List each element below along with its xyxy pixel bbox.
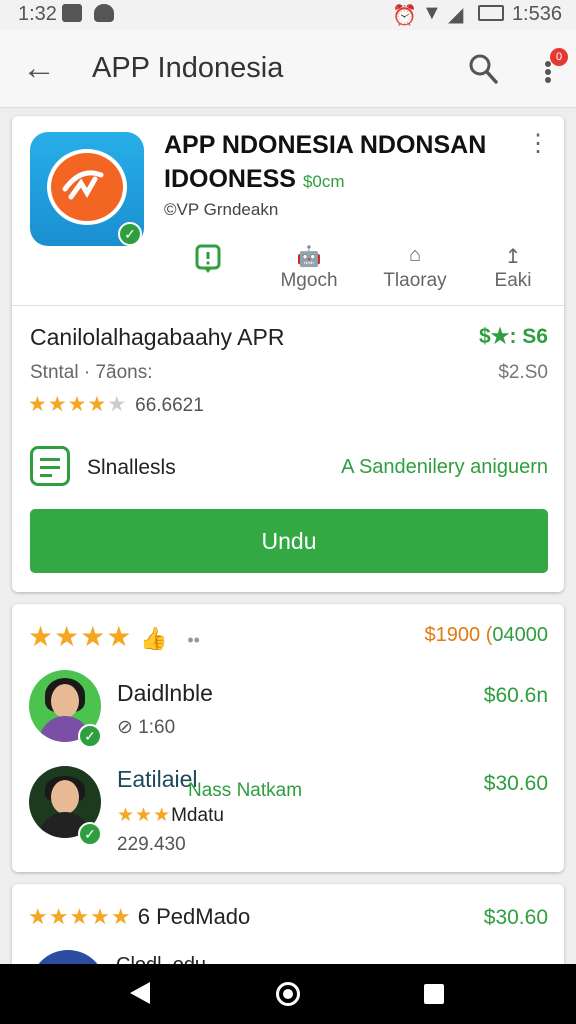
- app-logo-mark: [62, 170, 104, 200]
- reviews-rating: ★★★★ 👍 ••: [28, 620, 200, 653]
- app-logo-disc: [47, 149, 127, 225]
- feature-label: Slnallesls: [87, 456, 176, 479]
- action-tlaoray[interactable]: ⌂ Tlaoray: [370, 244, 460, 292]
- alarm-icon: ⏰: [392, 5, 417, 27]
- app-title-line2-text: IDOONESS: [164, 165, 296, 193]
- clipboard-icon: [30, 446, 70, 486]
- reviews-price-alt: 04000: [492, 624, 548, 646]
- status-bar: 1:32 ⏰ ▼ ◢ 1:536: [0, 0, 576, 30]
- bookmark-icon: [195, 244, 221, 273]
- verified-check-icon: ✓: [78, 822, 102, 846]
- reviews-stars: ★★★★: [28, 621, 133, 652]
- reviewer-time-text: 1:60: [138, 717, 176, 738]
- verified-check-icon: ✓: [118, 222, 142, 246]
- product-subtitle-right: $2.S0: [498, 362, 548, 383]
- reviews-card: ★★★★ 👍 •• $1900 (04000 ✓ Daidlnble ⊘ 1:6…: [12, 604, 564, 872]
- reviewer-overlay-text: Nass Natkam: [188, 780, 303, 801]
- wifi-icon: ▼: [422, 2, 442, 24]
- robot-icon: 🤖: [296, 246, 322, 268]
- search-icon[interactable]: [468, 52, 498, 86]
- share-icon: ↥: [504, 246, 522, 268]
- product-rating: ★★★★★ 66.6621: [28, 392, 204, 417]
- app-bar: ← APP Indonesia: [0, 30, 576, 108]
- app-icon: ✓: [30, 132, 144, 246]
- action-mgoch-label: Mgoch: [280, 270, 338, 291]
- rating-count: 66.6621: [135, 395, 204, 416]
- review-rating-row: ★★★★★ 6 PedMado: [28, 904, 250, 930]
- page-title: APP Indonesia: [92, 52, 284, 84]
- rating-stars: ★★★★★: [28, 393, 128, 416]
- action-mgoch[interactable]: 🤖 Mgoch: [274, 244, 344, 292]
- notification-badge: 0: [550, 48, 568, 66]
- dots-icon: ••: [187, 630, 200, 650]
- reviewer-price: $30.60: [483, 772, 548, 795]
- avatar-face: [51, 684, 79, 718]
- app-notification-icon: [94, 4, 114, 22]
- verified-check-icon: ✓: [78, 724, 102, 748]
- product-price: $★: S6: [478, 325, 548, 348]
- review-rating-label: 6 PedMado: [137, 904, 251, 929]
- app-detail-card: ✓ APP NDONESIA NDONSAN IDOONESS $0cm ©VP…: [12, 116, 564, 592]
- more-reviews-card: ★★★★★ 6 PedMado $30.60 Clodl..odu: [12, 884, 564, 990]
- app-title-tag: $0cm: [302, 172, 345, 191]
- reviewer-stars-icons: ★★★: [117, 805, 172, 826]
- wishlist-button[interactable]: [188, 244, 228, 280]
- action-eaki[interactable]: ↥ Eaki: [488, 244, 538, 292]
- status-time-right: 1:536: [511, 3, 562, 25]
- nav-back-icon[interactable]: [130, 982, 150, 1004]
- status-time: 1:32: [18, 3, 57, 25]
- reviewer-name[interactable]: Eatilaiel: [117, 766, 198, 793]
- app-title-line1: APP NDONESIA NDONSAN: [164, 131, 487, 159]
- back-arrow-icon[interactable]: ←: [22, 48, 56, 88]
- product-name: Canilolalhagabaahy APR: [30, 324, 285, 350]
- photo-icon: [62, 4, 82, 22]
- signal-icon: ◢: [448, 4, 464, 26]
- reviewer-stars-label: Mdatu: [171, 805, 224, 826]
- card-more-icon[interactable]: ⋮: [526, 132, 550, 156]
- reviewer-count: 229.430: [117, 834, 186, 855]
- app-title-line2: IDOONESS $0cm: [164, 162, 524, 199]
- reviewer-price: $60.6n: [483, 684, 548, 707]
- home-icon: ⌂: [408, 244, 422, 266]
- reviews-price: $1900 (04000: [425, 624, 548, 647]
- review-stars: ★★★★★: [28, 904, 132, 929]
- divider: [12, 305, 564, 306]
- nav-home-icon[interactable]: [276, 982, 300, 1006]
- action-eaki-label: Eaki: [494, 270, 532, 291]
- avatar-face: [51, 780, 79, 814]
- review-price: $30.60: [483, 906, 548, 929]
- nav-recents-icon[interactable]: [424, 984, 444, 1004]
- action-row: 🤖 Mgoch ⌂ Tlaoray ↥ Eaki: [162, 244, 552, 294]
- reviews-price-main: $1900 (: [424, 624, 493, 646]
- action-tlaoray-label: Tlaoray: [383, 270, 447, 291]
- developer-name[interactable]: ©VP Grndeakn: [164, 200, 278, 220]
- install-button[interactable]: Undu: [30, 509, 548, 573]
- system-nav-bar: [0, 964, 576, 1024]
- battery-icon: [478, 5, 504, 21]
- reviewer-time: ⊘ 1:60: [117, 716, 175, 739]
- feature-link[interactable]: A Sandenilery aniguern: [341, 456, 548, 479]
- reviewer-stars: ★★★Mdatu: [117, 804, 224, 827]
- app-title: APP NDONESIA NDONSAN IDOONESS $0cm: [164, 128, 524, 199]
- reviewer-name[interactable]: Daidlnble: [117, 680, 213, 707]
- product-subtitle: Stntal · 7ãons:: [30, 362, 153, 383]
- clock-icon: ⊘: [117, 717, 133, 738]
- thumbs-up-icon[interactable]: 👍: [140, 626, 167, 651]
